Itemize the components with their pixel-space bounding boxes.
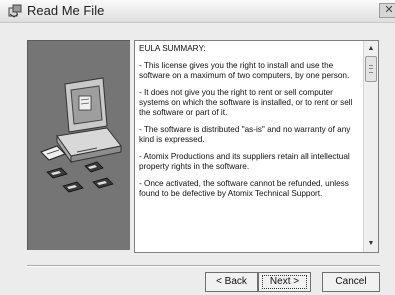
eula-paragraph: - This license gives you the right to in… [139, 61, 350, 80]
scroll-down-arrow-icon[interactable]: ▼ [364, 238, 378, 250]
setup-box-icon [8, 4, 22, 18]
footer-divider [27, 265, 380, 267]
title-bar[interactable]: Read Me File ✕ [0, 0, 395, 23]
vertical-scrollbar[interactable]: ▲ ▼ [363, 41, 378, 252]
scroll-up-arrow-icon[interactable]: ▲ [364, 43, 378, 55]
grip-icon [369, 65, 373, 73]
setup-illustration-panel [27, 40, 130, 250]
eula-text-area[interactable]: EULA SUMMARY: - This license gives you t… [134, 40, 379, 253]
focus-ring [262, 275, 307, 289]
eula-heading: EULA SUMMARY: [139, 44, 206, 53]
close-button[interactable]: ✕ [379, 3, 395, 18]
eula-paragraph: - Once activated, the software cannot be… [139, 179, 349, 198]
eula-paragraph: - It does not give you the right to rent… [139, 88, 353, 117]
eula-content: EULA SUMMARY: - This license gives you t… [139, 44, 364, 206]
window-title: Read Me File [27, 3, 105, 18]
eula-paragraph: - Atomix Productions and its suppliers r… [139, 152, 350, 171]
computer-setup-illustration [40, 77, 122, 193]
scroll-thumb[interactable] [365, 56, 377, 82]
back-button[interactable]: < Back [205, 272, 258, 292]
read-me-window: Read Me File ✕ EULA SUMMARY: - This lice… [0, 0, 395, 295]
cancel-button[interactable]: Cancel [322, 272, 380, 292]
close-icon: ✕ [384, 4, 394, 16]
next-button[interactable]: Next > [258, 272, 311, 292]
eula-paragraph: - The software is distributed "as-is" an… [139, 125, 351, 144]
